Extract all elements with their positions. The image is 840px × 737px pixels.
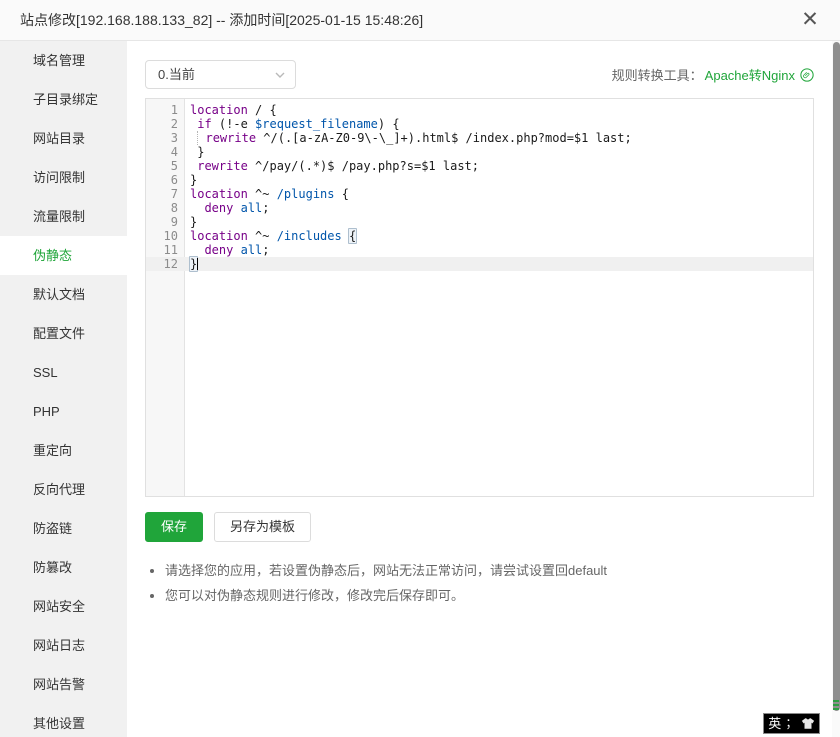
line-number: 5 — [146, 159, 185, 173]
line-number: 2 — [146, 117, 185, 131]
line-content: location ^~ /plugins { — [185, 187, 349, 201]
line-content: location ^~ /includes { — [185, 229, 356, 243]
code-line-6: 6} — [146, 173, 813, 187]
sidebar-item-default-doc[interactable]: 默认文档 — [0, 275, 127, 314]
line-number: 9 — [146, 215, 185, 229]
line-content: rewrite ^/(.[a-zA-Z0-9\-\_]+).html$ /ind… — [185, 131, 632, 145]
line-number: 7 — [146, 187, 185, 201]
code-line-9: 9} — [146, 215, 813, 229]
help-note: 请选择您的应用，若设置伪静态后，网站无法正常访问，请尝试设置回default — [165, 558, 607, 583]
sidebar-item-php[interactable]: PHP — [0, 392, 127, 431]
ime-language-indicator: 英 — [768, 714, 781, 733]
ime-punctuation-indicator: ； — [785, 714, 796, 733]
line-content: if (!-e $request_filename) { — [185, 117, 400, 131]
sidebar-item-subdir[interactable]: 子目录绑定 — [0, 80, 127, 119]
line-content: rewrite ^/pay/(.*)$ /pay.php?s=$1 last; — [185, 159, 479, 173]
editor-lines: 1location / {2 if (!-e $request_filename… — [146, 103, 813, 271]
sidebar-item-rewrite[interactable]: 伪静态 — [0, 236, 127, 275]
sidebar-item-redirect[interactable]: 重定向 — [0, 431, 127, 470]
sidebar-item-anti-tamper[interactable]: 防篡改 — [0, 548, 127, 587]
line-content: deny all; — [185, 201, 270, 215]
ime-status-bar[interactable]: 英 ； — [763, 713, 820, 734]
line-number: 10 — [146, 229, 185, 243]
scrollbar-track[interactable] — [832, 41, 840, 737]
code-line-8: 8 deny all; — [146, 201, 813, 215]
sidebar-item-access-limit[interactable]: 访问限制 — [0, 158, 127, 197]
scrollbar-find-marks — [833, 700, 839, 712]
scrollbar-thumb[interactable] — [833, 42, 840, 711]
rule-converter: 规则转换工具： Apache转Nginx — [612, 65, 814, 84]
code-line-3: 3 rewrite ^/(.[a-zA-Z0-9\-\_]+).html$ /i… — [146, 131, 813, 145]
save-button[interactable]: 保存 — [145, 512, 203, 542]
code-line-4: 4 } — [146, 145, 813, 159]
dialog-header: 站点修改[192.168.188.133_82] -- 添加时间[2025-01… — [0, 0, 840, 41]
paperclip-icon — [800, 68, 814, 82]
sidebar-item-traffic-limit[interactable]: 流量限制 — [0, 197, 127, 236]
sidebar-item-site-logs[interactable]: 网站日志 — [0, 626, 127, 665]
rewrite-code-editor[interactable]: 1location / {2 if (!-e $request_filename… — [145, 98, 814, 497]
line-content: } — [185, 173, 197, 187]
sidebar-item-other-settings[interactable]: 其他设置 — [0, 704, 127, 737]
line-number: 8 — [146, 201, 185, 215]
code-line-7: 7location ^~ /plugins { — [146, 187, 813, 201]
line-number: 11 — [146, 243, 185, 257]
sidebar-item-reverse-proxy[interactable]: 反向代理 — [0, 470, 127, 509]
code-line-12: 12} — [146, 257, 813, 271]
code-line-10: 10location ^~ /includes { — [146, 229, 813, 243]
line-content: } — [185, 145, 204, 159]
line-content: } — [185, 215, 197, 229]
close-icon[interactable]: ✕ — [795, 5, 825, 35]
line-number: 1 — [146, 103, 185, 117]
sidebar: 域名管理子目录绑定网站目录访问限制流量限制伪静态默认文档配置文件SSLPHP重定… — [0, 41, 127, 737]
ime-skin-shirt-icon — [801, 717, 815, 730]
line-number: 3 — [146, 131, 185, 145]
dialog-title: 站点修改[192.168.188.133_82] -- 添加时间[2025-01… — [20, 0, 423, 40]
line-number: 6 — [146, 173, 185, 187]
sidebar-item-config-file[interactable]: 配置文件 — [0, 314, 127, 353]
apache-to-nginx-link[interactable]: Apache转Nginx — [705, 65, 795, 84]
code-line-2: 2 if (!-e $request_filename) { — [146, 117, 813, 131]
sidebar-item-ssl[interactable]: SSL — [0, 353, 127, 392]
text-cursor — [197, 258, 198, 270]
rule-converter-label: 规则转换工具： — [612, 65, 703, 84]
sidebar-item-domain[interactable]: 域名管理 — [0, 41, 127, 80]
line-content: } — [185, 257, 198, 271]
save-as-template-button[interactable]: 另存为模板 — [214, 512, 311, 542]
help-note: 您可以对伪静态规则进行修改，修改完后保存即可。 — [165, 583, 607, 608]
sidebar-item-site-security[interactable]: 网站安全 — [0, 587, 127, 626]
chevron-down-icon — [275, 72, 285, 78]
line-content: deny all; — [185, 243, 270, 257]
rewrite-panel: 0.当前 规则转换工具： Apache转Nginx 1location / {2… — [127, 41, 840, 737]
line-number: 12 — [146, 257, 185, 271]
help-notes: 请选择您的应用，若设置伪静态后，网站无法正常访问，请尝试设置回default您可… — [165, 558, 607, 608]
line-content: location / { — [185, 103, 277, 117]
sidebar-item-site-alert[interactable]: 网站告警 — [0, 665, 127, 704]
rewrite-template-select-value: 0.当前 — [158, 67, 195, 82]
sidebar-item-site-dir[interactable]: 网站目录 — [0, 119, 127, 158]
sidebar-item-hotlink[interactable]: 防盗链 — [0, 509, 127, 548]
code-line-11: 11 deny all; — [146, 243, 813, 257]
code-line-5: 5 rewrite ^/pay/(.*)$ /pay.php?s=$1 last… — [146, 159, 813, 173]
rewrite-template-select[interactable]: 0.当前 — [145, 60, 296, 89]
code-line-1: 1location / { — [146, 103, 813, 117]
line-number: 4 — [146, 145, 185, 159]
action-buttons: 保存 另存为模板 — [145, 512, 311, 542]
